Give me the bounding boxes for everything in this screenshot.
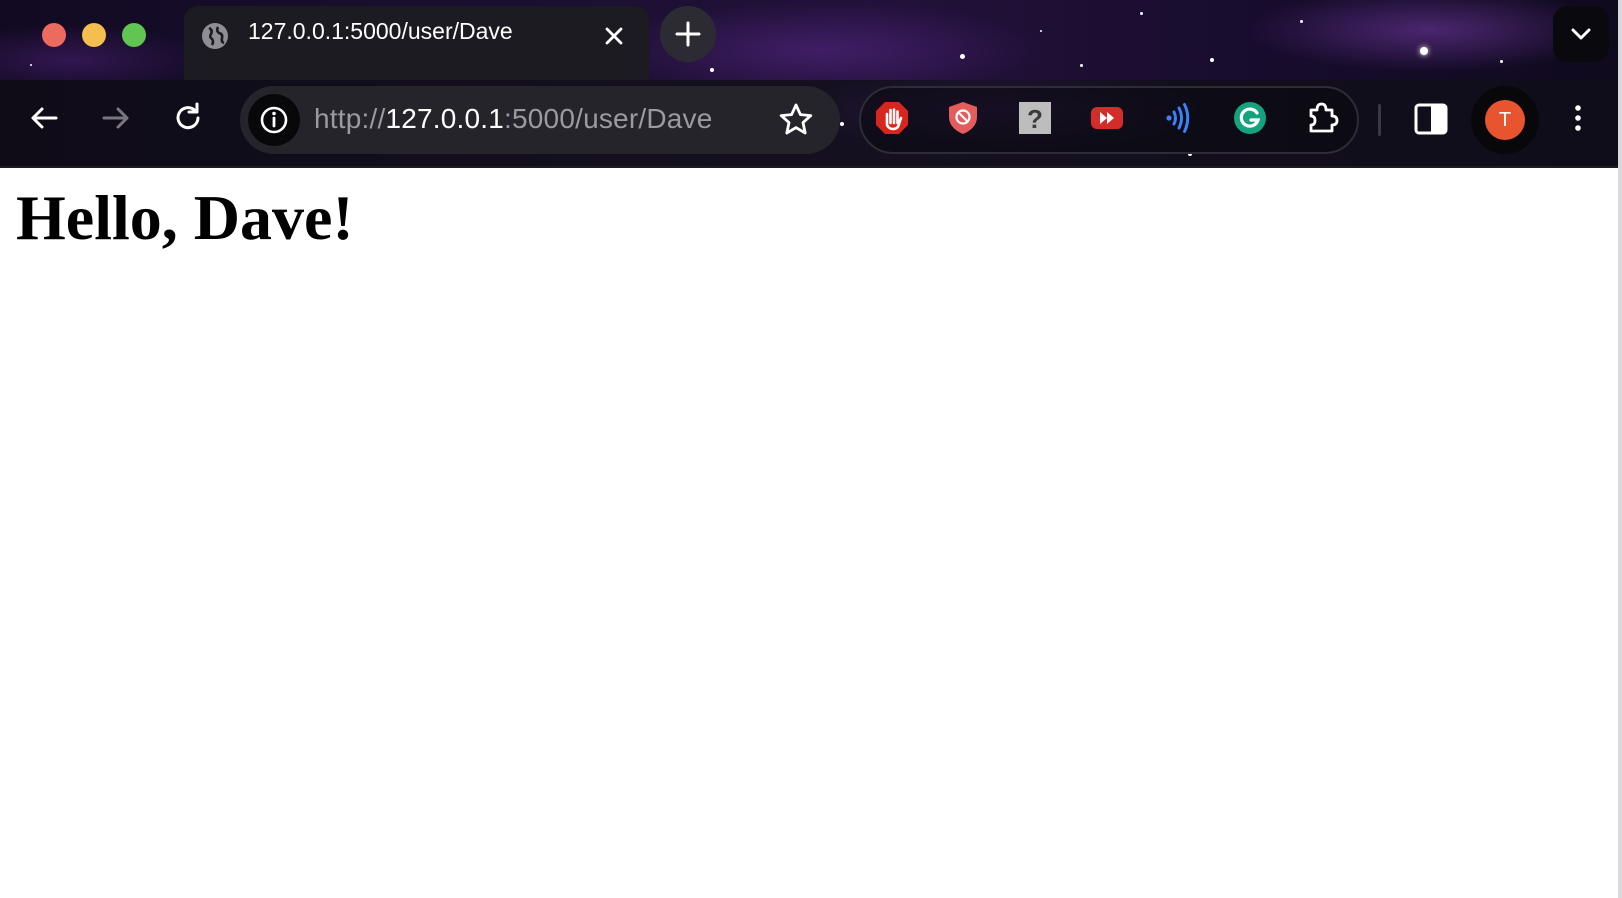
browser-window: 127.0.0.1:5000/user/Dave http://127.0.0.… (0, 0, 1622, 898)
grammarly-icon[interactable] (1232, 100, 1268, 136)
url-text[interactable]: http://127.0.0.1:5000/user/Dave (314, 103, 713, 135)
site-info-button[interactable] (248, 94, 300, 146)
close-icon[interactable] (600, 22, 628, 50)
star-decoration (1210, 58, 1214, 62)
star-decoration (960, 54, 965, 59)
globe-icon (202, 23, 228, 49)
page-heading: Hello, Dave! (16, 182, 354, 253)
url-host: 127.0.0.1 (385, 103, 505, 134)
back-arrow-icon[interactable] (24, 98, 64, 138)
profile-button[interactable]: T (1471, 86, 1539, 154)
browser-tab[interactable]: 127.0.0.1:5000/user/Dave (184, 6, 649, 80)
tab-search-button[interactable] (1553, 6, 1609, 62)
star-decoration (840, 122, 844, 126)
adblock-hand-icon[interactable] (874, 100, 910, 136)
title-bar: 127.0.0.1:5000/user/Dave (0, 0, 1622, 80)
window-edge (1618, 0, 1622, 898)
star-decoration (1300, 20, 1303, 23)
chevron-down-icon (1571, 28, 1591, 40)
reload-icon[interactable] (168, 98, 208, 138)
window-maximize-button[interactable] (122, 23, 146, 47)
read-aloud-icon[interactable] (1160, 100, 1196, 136)
star-decoration (1080, 64, 1083, 67)
svg-text:?: ? (1027, 104, 1043, 134)
star-decoration (710, 68, 714, 72)
star-decoration (1420, 47, 1428, 55)
star-decoration (1040, 30, 1042, 32)
address-bar[interactable]: http://127.0.0.1:5000/user/Dave (240, 86, 840, 154)
window-minimize-button[interactable] (82, 23, 106, 47)
star-decoration (1500, 60, 1503, 63)
plus-icon (675, 21, 701, 47)
avatar: T (1485, 100, 1525, 140)
extensions-puzzle-icon[interactable] (1304, 100, 1340, 136)
bookmark-star-icon[interactable] (776, 100, 816, 140)
question-mark-icon[interactable]: ? (1017, 100, 1053, 136)
tab-title: 127.0.0.1:5000/user/Dave (248, 18, 513, 44)
fast-forward-icon[interactable] (1089, 100, 1125, 136)
forward-arrow-icon[interactable] (96, 98, 136, 138)
more-menu-icon[interactable] (1558, 98, 1598, 138)
side-panel-icon[interactable] (1412, 100, 1450, 138)
url-path: :5000/user/Dave (504, 103, 713, 134)
window-close-button[interactable] (42, 23, 66, 47)
info-icon (260, 106, 288, 134)
url-scheme: http:// (314, 103, 386, 134)
star-decoration (1140, 12, 1143, 15)
new-tab-button[interactable] (660, 6, 716, 62)
toolbar-divider (1378, 104, 1381, 136)
page-content: Hello, Dave! (0, 168, 1622, 898)
star-decoration (30, 64, 32, 66)
shield-block-icon[interactable] (945, 100, 981, 136)
